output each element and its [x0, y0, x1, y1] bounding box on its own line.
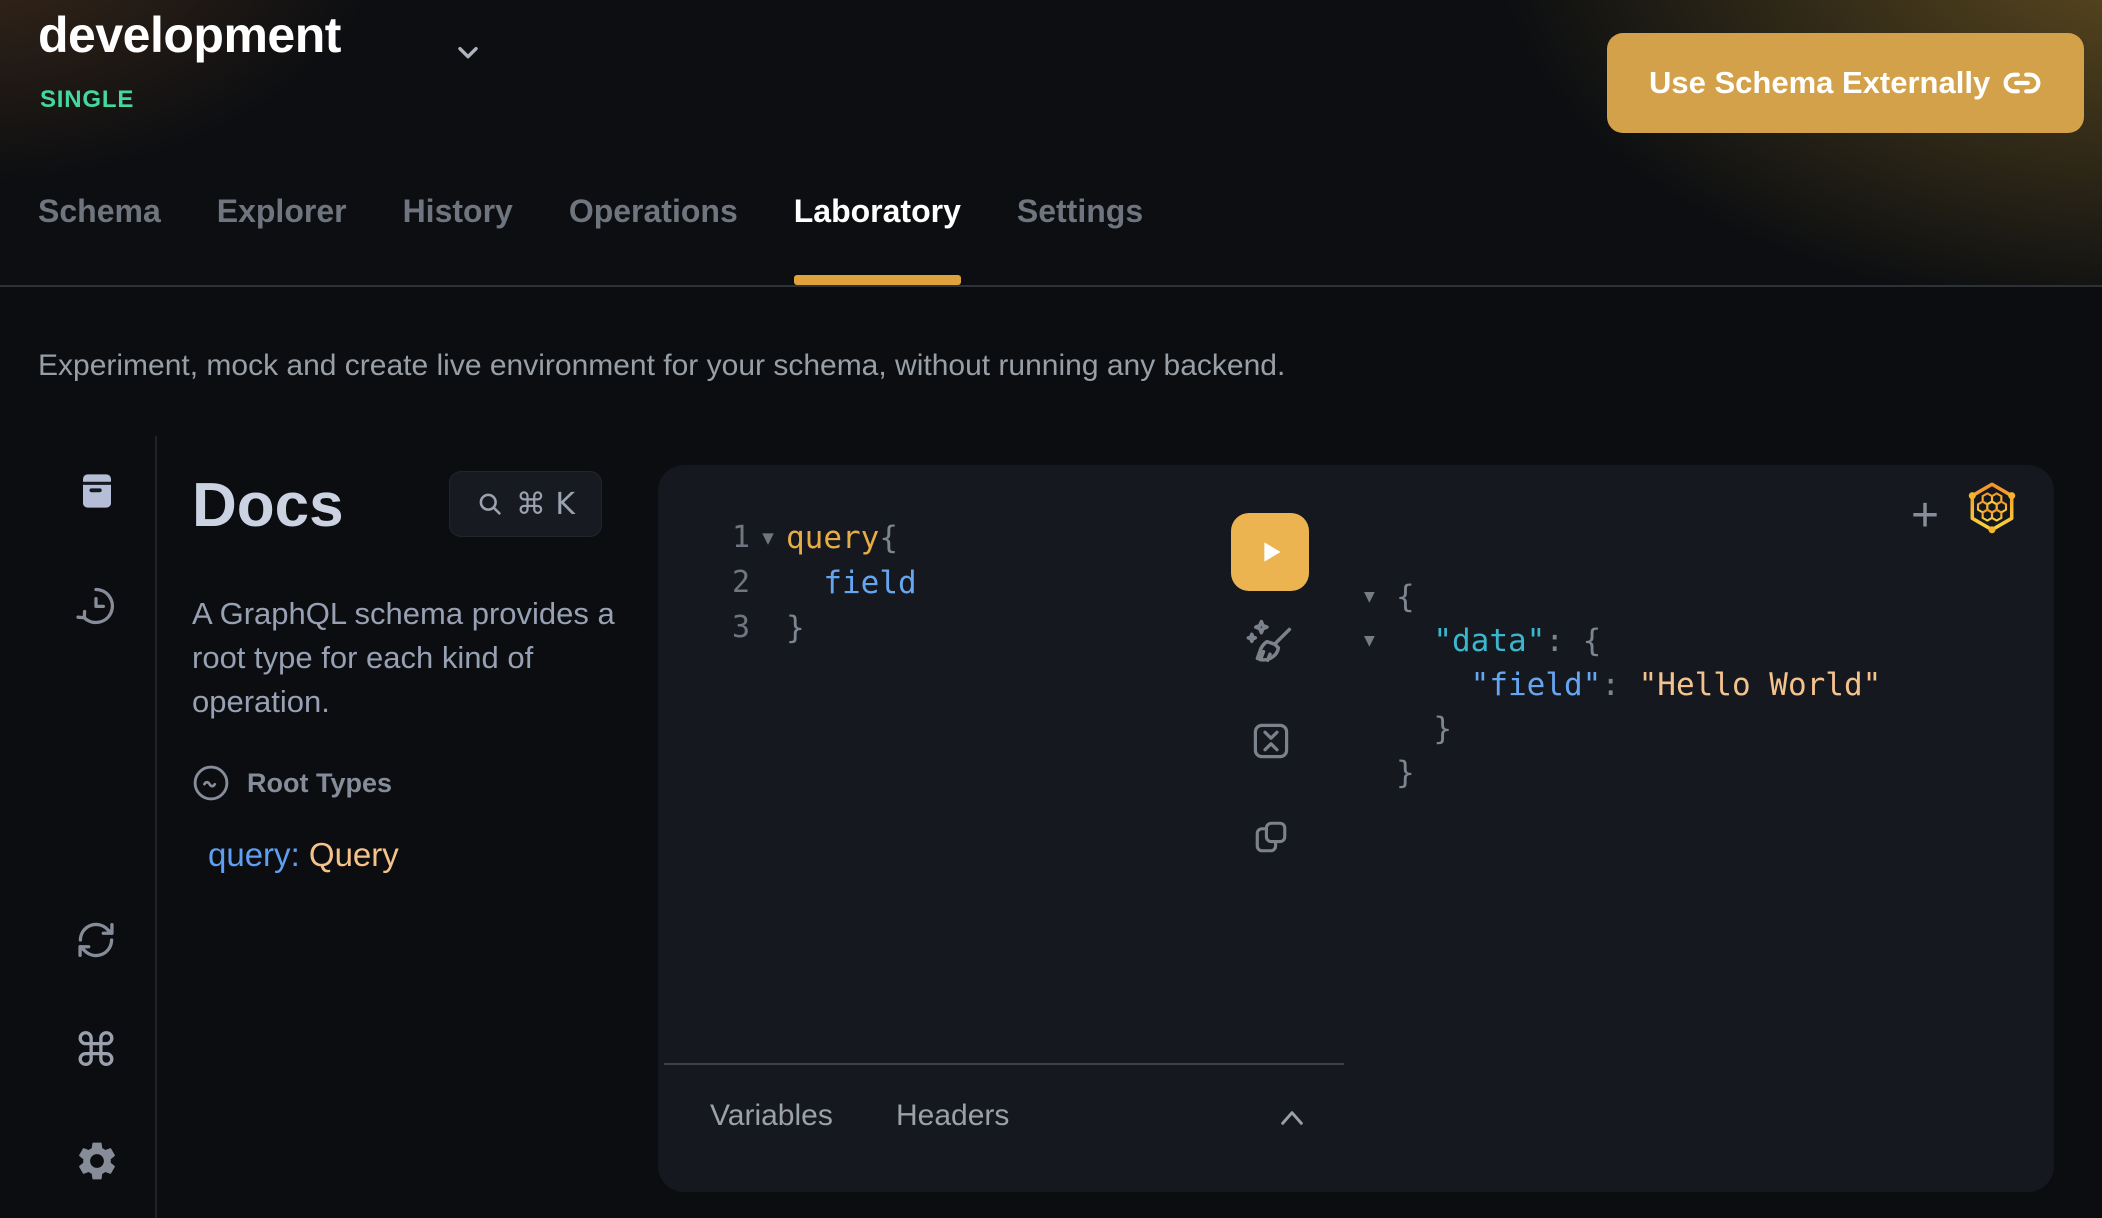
docs-search-shortcut: ⌘ K — [516, 487, 575, 522]
open-brace: { — [879, 520, 898, 556]
field-token: field — [823, 565, 916, 601]
json-key-data: "data" — [1433, 623, 1545, 659]
main-nav-tabs: Schema Explorer History Operations Labor… — [38, 193, 1143, 285]
docs-search-button[interactable]: ⌘ K — [449, 471, 602, 537]
page-subtitle: Experiment, mock and create live environ… — [38, 349, 1285, 383]
query-editor-line: 1 ▼ query{ — [724, 515, 917, 560]
query-keyword: query — [786, 520, 879, 556]
collapse-editor-tools-button[interactable] — [1276, 1105, 1308, 1131]
command-icon: ⌘ — [73, 1024, 119, 1076]
chevron-down-icon — [452, 36, 484, 68]
graphiql-sidebar: ⌘ — [0, 436, 157, 1218]
graphiql-editor-panel: 1 ▼ query{ 2 field 3 } — [658, 465, 2054, 1192]
fold-triangle-icon[interactable]: ▼ — [750, 529, 786, 547]
search-icon — [476, 490, 504, 518]
json-key-field: "field" — [1471, 667, 1602, 703]
response-line: ▼ { — [1364, 575, 1881, 619]
tab-operations[interactable]: Operations — [569, 193, 738, 285]
close-brace: } — [786, 610, 805, 646]
merge-icon — [1247, 717, 1295, 765]
editor-footer-divider — [664, 1063, 1344, 1065]
response-line: ▼ "data": { — [1364, 619, 1881, 663]
response-viewer: ▼ { ▼ "data": { "field": "Hello World" } — [1364, 575, 1881, 795]
laboratory-page: development SINGLE Use Schema Externally… — [0, 0, 2102, 1218]
tab-history[interactable]: History — [403, 193, 513, 285]
tab-schema[interactable]: Schema — [38, 193, 161, 285]
copy-icon — [1249, 815, 1293, 859]
prettify-broom-icon — [1242, 615, 1298, 671]
add-tab-button[interactable]: + — [1901, 485, 1949, 545]
use-schema-externally-button[interactable]: Use Schema Externally — [1607, 33, 2084, 133]
docs-description: A GraphQL schema provides a root type fo… — [192, 592, 632, 724]
line-number: 1 — [724, 520, 750, 555]
root-types-icon — [192, 764, 230, 802]
project-title: development — [38, 6, 341, 64]
page-header: development SINGLE Use Schema Externally… — [0, 0, 2102, 287]
fold-triangle-icon[interactable]: ▼ — [1364, 589, 1396, 605]
play-icon — [1253, 535, 1287, 569]
tab-explorer[interactable]: Explorer — [217, 193, 347, 285]
gear-icon — [74, 1138, 120, 1184]
root-type-query-entry[interactable]: query: Query — [208, 836, 399, 874]
response-line: } — [1364, 707, 1881, 751]
link-icon — [2002, 63, 2042, 103]
environment-badge: SINGLE — [40, 86, 134, 114]
root-type-field-name[interactable]: query — [208, 836, 291, 873]
tab-variables[interactable]: Variables — [710, 1099, 833, 1133]
plus-icon: + — [1911, 488, 1939, 543]
tab-laboratory[interactable]: Laboratory — [794, 193, 961, 285]
query-editor[interactable]: 1 ▼ query{ 2 field 3 } — [724, 515, 917, 650]
docs-panel-button[interactable] — [76, 470, 118, 512]
refresh-icon — [74, 918, 118, 962]
response-line: } — [1364, 751, 1881, 795]
query-editor-line: 2 field — [724, 560, 917, 605]
response-line: "field": "Hello World" — [1364, 663, 1881, 707]
root-types-section: Root Types — [192, 764, 392, 802]
refetch-schema-button[interactable] — [74, 918, 118, 962]
copy-query-button[interactable] — [1249, 815, 1293, 859]
history-clock-icon — [74, 584, 118, 628]
laboratory-content: ⌘ Docs ⌘ K A GraphQL schema provides — [0, 436, 2102, 1218]
project-switcher-chevron[interactable] — [452, 36, 484, 68]
tab-settings[interactable]: Settings — [1017, 193, 1143, 285]
tab-headers[interactable]: Headers — [896, 1099, 1009, 1133]
root-types-label: Root Types — [247, 768, 392, 799]
chevron-up-icon — [1276, 1105, 1308, 1131]
merge-fragments-button[interactable] — [1247, 717, 1295, 765]
fold-triangle-icon[interactable]: ▼ — [1364, 633, 1396, 649]
root-type-separator: : — [291, 836, 309, 873]
json-value-hello-world: "Hello World" — [1639, 667, 1882, 703]
line-number: 2 — [724, 565, 750, 600]
hive-logo-icon — [1964, 479, 2020, 535]
settings-dialog-button[interactable] — [74, 1138, 120, 1184]
line-number: 3 — [724, 610, 750, 645]
use-schema-externally-label: Use Schema Externally — [1649, 65, 1990, 101]
execute-query-button[interactable] — [1231, 513, 1309, 591]
query-editor-line: 3 } — [724, 605, 917, 650]
shortcuts-dialog-button[interactable]: ⌘ — [72, 1024, 120, 1076]
docs-book-icon — [76, 470, 118, 512]
root-type-type-name[interactable]: Query — [309, 836, 399, 873]
history-panel-button[interactable] — [74, 584, 118, 628]
prettify-query-button[interactable] — [1242, 615, 1298, 671]
docs-panel-title: Docs — [192, 470, 344, 541]
